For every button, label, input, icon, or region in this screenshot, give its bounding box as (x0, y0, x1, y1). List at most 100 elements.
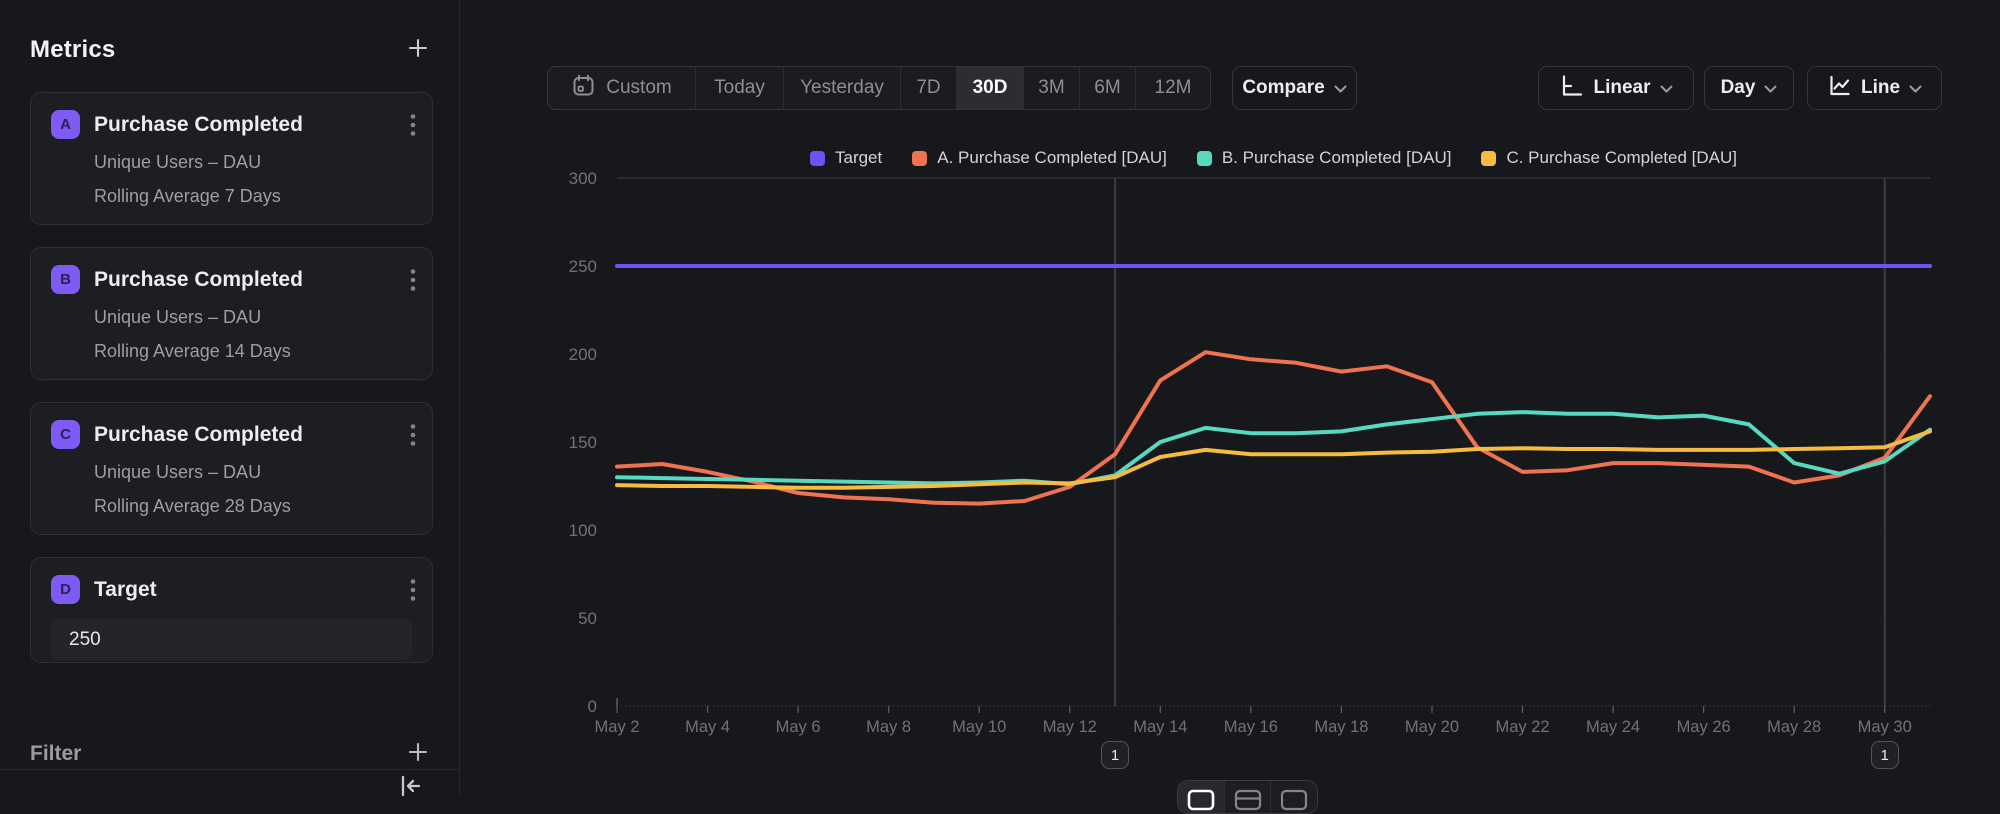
x-axis-label: May 14 (1133, 718, 1187, 736)
view-chart-button[interactable] (1178, 781, 1224, 813)
chart-type-dropdown[interactable]: Line (1807, 66, 1942, 110)
compare-dropdown[interactable]: Compare (1232, 66, 1357, 110)
collapse-sidebar-button[interactable] (391, 767, 429, 808)
filter-title: Filter (30, 742, 81, 766)
linear-axis-icon (1559, 73, 1584, 104)
metric-measure: Unique Users – DAU (94, 152, 412, 173)
y-axis-label: 250 (569, 257, 597, 276)
y-axis-label: 300 (569, 169, 597, 188)
target-card[interactable]: D Target (30, 557, 433, 663)
chart-view-switcher (1177, 780, 1318, 814)
split-view-icon (1234, 789, 1262, 814)
kebab-menu-icon (410, 423, 416, 450)
metric-transform: Rolling Average 28 Days (94, 496, 412, 517)
line-chart-icon (1827, 73, 1852, 104)
metric-c-menu-button[interactable] (406, 419, 420, 454)
chevron-down-icon (1909, 77, 1922, 99)
range-12m-button[interactable]: 12M (1135, 67, 1210, 109)
chevron-down-icon (1764, 77, 1777, 99)
metric-badge-c: C (51, 420, 80, 449)
metric-card-b[interactable]: B Purchase Completed Unique Users – DAU … (30, 247, 433, 380)
chevron-down-icon (1334, 77, 1347, 99)
target-menu-button[interactable] (406, 574, 420, 609)
metric-card-a-header: A Purchase Completed (51, 110, 412, 139)
metric-b-menu-button[interactable] (406, 264, 420, 299)
x-axis-label: May 6 (776, 718, 821, 736)
y-axis-label: 0 (588, 697, 597, 716)
kebab-menu-icon (410, 268, 416, 295)
interval-dropdown[interactable]: Day (1704, 66, 1794, 110)
metrics-sidebar: Metrics A Purchase Completed Unique User… (0, 0, 460, 796)
add-filter-button[interactable] (403, 737, 433, 770)
filter-header: Filter (30, 737, 433, 770)
range-6m-button[interactable]: 6M (1079, 67, 1135, 109)
y-axis-label: 100 (569, 521, 597, 540)
range-7d-button[interactable]: 7D (900, 67, 956, 109)
metric-transform: Rolling Average 14 Days (94, 341, 412, 362)
metric-measure: Unique Users – DAU (94, 462, 412, 483)
date-range-control: Custom Today Yesterday 7D 30D 3M 6M 12M (547, 66, 1211, 110)
view-table-button[interactable] (1270, 781, 1317, 813)
chart-panel: Custom Today Yesterday 7D 30D 3M 6M 12M … (460, 0, 2000, 796)
metric-a-menu-button[interactable] (406, 109, 420, 144)
range-30d-button[interactable]: 30D (956, 67, 1023, 109)
metric-card-c-header: C Purchase Completed (51, 420, 412, 449)
plus-icon (407, 741, 429, 766)
metric-badge-d: D (51, 575, 80, 604)
kebab-menu-icon (410, 113, 416, 140)
x-axis-label: May 4 (685, 718, 730, 736)
range-custom-button[interactable]: Custom (548, 67, 695, 109)
plus-icon (407, 37, 429, 62)
metrics-title: Metrics (30, 36, 115, 64)
metric-badge-a: A (51, 110, 80, 139)
range-yesterday-button[interactable]: Yesterday (783, 67, 900, 109)
x-axis-label: May 28 (1767, 718, 1821, 736)
x-axis-label: May 22 (1495, 718, 1549, 736)
scale-dropdown[interactable]: Linear (1538, 66, 1694, 110)
chart-view-icon (1187, 789, 1215, 814)
x-axis-label: May 26 (1677, 718, 1731, 736)
metric-title: Purchase Completed (94, 268, 303, 292)
x-axis-label: May 30 (1858, 718, 1912, 736)
x-axis-label: May 10 (952, 718, 1006, 736)
x-axis-label: May 24 (1586, 718, 1640, 736)
target-title: Target (94, 578, 157, 602)
dashboard-page: { "sidebar": { "metrics_header": { "labe… (0, 0, 2000, 796)
table-view-icon (1280, 789, 1308, 814)
metric-badge-b: B (51, 265, 80, 294)
metric-card-c[interactable]: C Purchase Completed Unique Users – DAU … (30, 402, 433, 535)
annotation-badge-2[interactable]: 1 (1871, 741, 1899, 769)
range-today-button[interactable]: Today (695, 67, 783, 109)
target-value-input[interactable] (51, 619, 412, 660)
chart-type-label: Line (1861, 77, 1900, 99)
x-axis-label: May 12 (1043, 718, 1097, 736)
metric-title: Purchase Completed (94, 113, 303, 137)
metric-card-a[interactable]: A Purchase Completed Unique Users – DAU … (30, 92, 433, 225)
calendar-icon (571, 73, 596, 104)
metric-title: Purchase Completed (94, 423, 303, 447)
range-3m-button[interactable]: 3M (1023, 67, 1079, 109)
metric-measure: Unique Users – DAU (94, 307, 412, 328)
x-axis-label: May 16 (1224, 718, 1278, 736)
chevron-down-icon (1660, 77, 1673, 99)
y-axis-label: 150 (569, 433, 597, 452)
target-card-header: D Target (51, 575, 412, 604)
compare-label: Compare (1242, 77, 1324, 99)
metrics-header: Metrics (30, 33, 433, 66)
view-split-button[interactable] (1224, 781, 1271, 813)
line-chart: 0 50 100 150 200 250 300 May 2 May 4 May 6 May 8 Ma… (520, 130, 2000, 796)
metric-card-b-header: B Purchase Completed (51, 265, 412, 294)
add-metric-button[interactable] (403, 33, 433, 66)
x-axis-label: May 20 (1405, 718, 1459, 736)
collapse-left-icon (395, 771, 425, 804)
y-axis-label: 200 (569, 345, 597, 364)
y-axis-label: 50 (578, 609, 597, 628)
kebab-menu-icon (410, 578, 416, 605)
interval-label: Day (1721, 77, 1756, 99)
x-axis-label: May 2 (595, 718, 640, 736)
metric-transform: Rolling Average 7 Days (94, 186, 412, 207)
scale-label: Linear (1593, 77, 1650, 99)
annotation-badge-1[interactable]: 1 (1101, 741, 1129, 769)
range-custom-label: Custom (606, 77, 671, 99)
x-axis-label: May 8 (866, 718, 911, 736)
